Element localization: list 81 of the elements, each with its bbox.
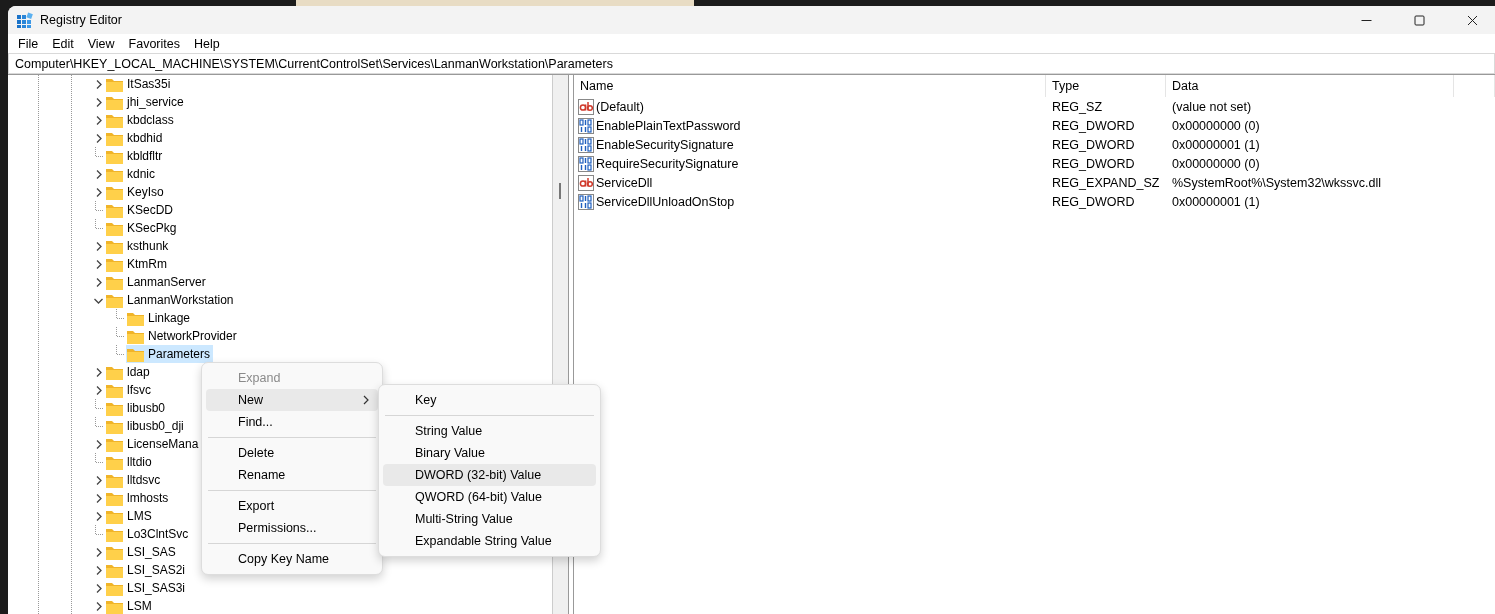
tree-item[interactable]: LSI_SAS2i bbox=[105, 561, 189, 579]
tree-item[interactable]: libusb0_dji bbox=[105, 417, 187, 435]
value-type: REG_SZ bbox=[1051, 99, 1103, 114]
value-name[interactable]: ServiceDllUnloadOnStop bbox=[596, 194, 735, 209]
tree-item[interactable]: NetworkProvider bbox=[126, 327, 240, 345]
tree-item[interactable]: KSecPkg bbox=[105, 219, 180, 237]
tree-item[interactable]: LSM bbox=[105, 597, 155, 614]
tree-item[interactable]: LicenseMana bbox=[105, 435, 202, 453]
tree-item[interactable]: KSecDD bbox=[105, 201, 176, 219]
tree-item[interactable]: Linkage bbox=[126, 309, 194, 327]
column-header[interactable]: Type bbox=[1046, 75, 1166, 97]
string-value-icon bbox=[578, 174, 594, 191]
menu-bar-item[interactable]: Favorites bbox=[121, 33, 187, 54]
tree-item[interactable]: kbldfltr bbox=[105, 147, 166, 165]
value-type: REG_DWORD bbox=[1051, 118, 1136, 133]
value-type: REG_DWORD bbox=[1051, 194, 1136, 209]
menu-item[interactable]: QWORD (64-bit) Value bbox=[383, 486, 596, 508]
value-data: %SystemRoot%\System32\wkssvc.dll bbox=[1171, 175, 1383, 190]
tree-item[interactable]: kdnic bbox=[105, 165, 158, 183]
value-name[interactable]: EnablePlainTextPassword bbox=[596, 118, 741, 133]
menu-bar-item[interactable]: Help bbox=[187, 33, 227, 54]
close-icon bbox=[1466, 14, 1478, 26]
menu-item[interactable]: DWORD (32-bit) Value bbox=[383, 464, 596, 486]
address-field[interactable]: Computer\HKEY_LOCAL_MACHINE\SYSTEM\CurrentControlSet\Services\LanmanWorkstation\Parameters bbox=[8, 53, 1495, 74]
value-data: 0x00000001 (1) bbox=[1171, 137, 1261, 152]
tree-item[interactable]: LSI_SAS bbox=[105, 543, 179, 561]
menu-bar-item[interactable]: File bbox=[11, 33, 46, 54]
string-value-icon bbox=[578, 98, 594, 115]
tree-item[interactable]: Lo3ClntSvc bbox=[105, 525, 192, 543]
binary-value-icon bbox=[578, 136, 594, 153]
menu-bar-item[interactable]: Edit bbox=[45, 33, 81, 54]
column-header[interactable]: Name bbox=[574, 75, 1046, 97]
value-data: 0x00000000 (0) bbox=[1171, 118, 1261, 133]
menu-item[interactable]: Copy Key Name bbox=[206, 548, 378, 570]
tree-item[interactable]: LanmanServer bbox=[105, 273, 209, 291]
menu-bar-item[interactable]: View bbox=[80, 33, 122, 54]
value-data: 0x00000000 (0) bbox=[1171, 156, 1261, 171]
value-name[interactable]: EnableSecuritySignature bbox=[596, 137, 734, 152]
tree-item[interactable]: lltdio bbox=[105, 453, 155, 471]
tree-item[interactable]: KeyIso bbox=[105, 183, 167, 201]
value-name[interactable]: ServiceDll bbox=[596, 175, 653, 190]
tree-item[interactable]: KtmRm bbox=[105, 255, 170, 273]
app-icon bbox=[16, 11, 33, 29]
tree-item[interactable]: jhi_service bbox=[105, 93, 187, 111]
tree-item[interactable]: kbdclass bbox=[105, 111, 177, 129]
tree-item[interactable]: kbdhid bbox=[105, 129, 166, 147]
value-name[interactable]: RequireSecuritySignature bbox=[596, 156, 739, 171]
tree-item[interactable]: ItSas35i bbox=[105, 75, 174, 93]
menu-item[interactable]: Expandable String Value bbox=[383, 530, 596, 552]
tree-item[interactable]: libusb0 bbox=[105, 399, 169, 417]
window-title: Registry Editor bbox=[40, 13, 123, 27]
menu-item[interactable]: Permissions... bbox=[206, 517, 378, 539]
value-data: (value not set) bbox=[1171, 99, 1253, 114]
menu-item[interactable]: Key bbox=[383, 389, 596, 411]
menu-item[interactable]: Find... bbox=[206, 411, 378, 433]
menu-item[interactable]: Delete bbox=[206, 442, 378, 464]
tree-item[interactable]: lmhosts bbox=[105, 489, 172, 507]
tree-item[interactable]: LanmanWorkstation bbox=[105, 291, 237, 309]
menu-item[interactable]: New bbox=[206, 389, 378, 411]
value-type: REG_EXPAND_SZ bbox=[1051, 175, 1161, 190]
column-header[interactable]: Data bbox=[1166, 75, 1454, 97]
menu-item[interactable]: Export bbox=[206, 495, 378, 517]
menu-item[interactable]: String Value bbox=[383, 420, 596, 442]
tree-item[interactable]: lltdsvc bbox=[105, 471, 164, 489]
tree-item[interactable]: ksthunk bbox=[105, 237, 172, 255]
menu-item[interactable]: Multi-String Value bbox=[383, 508, 596, 530]
value-type: REG_DWORD bbox=[1051, 156, 1136, 171]
menu-item[interactable]: Binary Value bbox=[383, 442, 596, 464]
binary-value-icon bbox=[578, 117, 594, 134]
maximize-icon bbox=[1413, 14, 1425, 26]
tree-item[interactable]: lfsvc bbox=[105, 381, 154, 399]
value-name[interactable]: (Default) bbox=[596, 99, 644, 114]
tree-item[interactable]: LMS bbox=[105, 507, 155, 525]
tree-item[interactable]: Parameters bbox=[126, 345, 214, 363]
menu-item[interactable]: Rename bbox=[206, 464, 378, 486]
value-type: REG_DWORD bbox=[1051, 137, 1136, 152]
tree-item[interactable]: ldap bbox=[105, 363, 153, 381]
tree-item[interactable]: LSI_SAS3i bbox=[105, 579, 189, 597]
binary-value-icon bbox=[578, 193, 594, 210]
binary-value-icon bbox=[578, 155, 594, 172]
value-data: 0x00000001 (1) bbox=[1171, 194, 1261, 209]
